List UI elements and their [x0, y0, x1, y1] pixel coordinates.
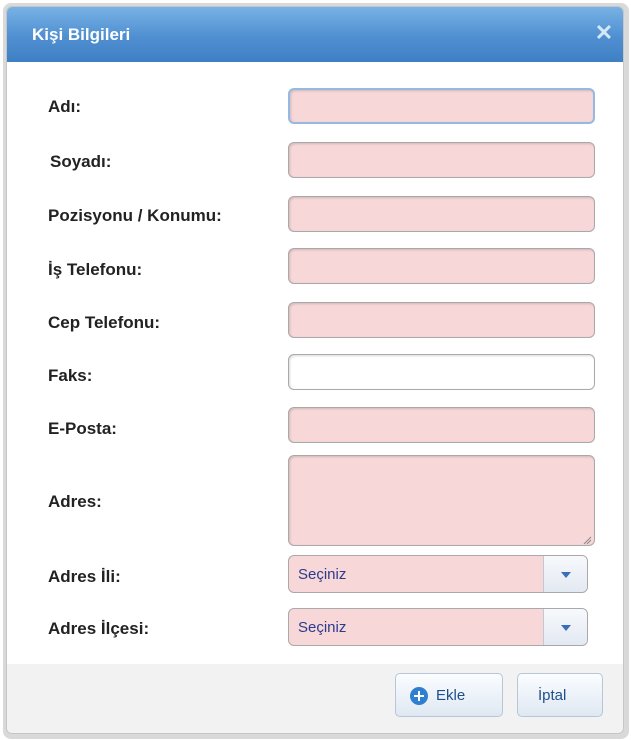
last-name-input[interactable] — [288, 142, 595, 178]
email-label: E-Posta: — [48, 419, 117, 438]
chevron-down-icon — [561, 625, 571, 631]
fax-input[interactable] — [288, 354, 595, 390]
position-input[interactable] — [288, 196, 595, 232]
last-name-label: Soyadı: — [50, 152, 112, 171]
district-dropdown-button[interactable] — [543, 609, 587, 645]
position-label: Pozisyonu / Konumu: — [48, 206, 222, 225]
email-input[interactable] — [288, 407, 595, 443]
district-label: Adres İlçesi: — [48, 619, 150, 638]
mobile-phone-label: Cep Telefonu: — [48, 313, 161, 332]
mobile-phone-input[interactable] — [288, 302, 595, 338]
dialog-titlebar[interactable]: Kişi Bilgileri ✕ — [7, 7, 623, 62]
form-content: Adı: Soyadı: Pozisyonu / Konumu: İş Tele… — [7, 62, 623, 664]
work-phone-input[interactable] — [288, 248, 595, 284]
close-icon[interactable]: ✕ — [593, 21, 615, 45]
address-textarea[interactable] — [288, 455, 595, 546]
province-dropdown-button[interactable] — [543, 556, 587, 592]
province-selected-value: Seçiniz — [298, 566, 347, 583]
district-select[interactable]: Seçiniz — [288, 608, 588, 646]
dialog-footer: Ekle İptal — [7, 664, 623, 733]
first-name-input[interactable] — [288, 88, 595, 124]
cancel-button-label: İptal — [538, 687, 567, 704]
add-button-label: Ekle — [436, 687, 466, 704]
plus-circle-icon — [410, 687, 428, 705]
fax-label: Faks: — [48, 366, 93, 385]
province-select[interactable]: Seçiniz — [288, 555, 588, 593]
address-label: Adres: — [48, 492, 102, 511]
add-button[interactable]: Ekle — [395, 673, 503, 717]
first-name-label: Adı: — [48, 97, 82, 116]
cancel-button[interactable]: İptal — [517, 673, 603, 717]
resize-grip-icon[interactable] — [583, 536, 592, 545]
district-selected-value: Seçiniz — [298, 619, 347, 636]
chevron-down-icon — [561, 572, 571, 578]
dialog-title: Kişi Bilgileri — [32, 25, 131, 44]
contact-info-dialog: Kişi Bilgileri ✕ Adı: Soyadı: Pozisyonu … — [6, 6, 624, 734]
work-phone-label: İş Telefonu: — [48, 260, 143, 279]
province-label: Adres İli: — [48, 567, 121, 586]
